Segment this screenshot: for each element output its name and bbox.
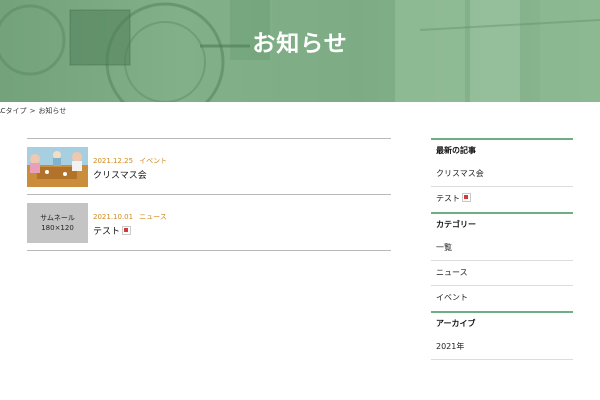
news-meta: 2021.10.01 ニュース <box>93 212 167 222</box>
sidebar-item-label: ニュース <box>436 268 468 277</box>
news-title-link[interactable]: クリスマス会 <box>93 168 147 181</box>
sidebar-item-category[interactable]: イベント <box>431 286 573 311</box>
sidebar-item-archive[interactable]: 2021年 <box>431 335 573 360</box>
list-item[interactable]: 2021.12.25 イベント クリスマス会 <box>27 139 391 195</box>
news-date: 2021.12.25 <box>93 157 134 165</box>
breadcrumb: ACタイプ>お知らせ <box>0 106 66 116</box>
news-thumbnail-image[interactable] <box>27 147 88 187</box>
news-category-link[interactable]: ニュース <box>139 213 167 221</box>
sidebar-item-label: 一覧 <box>436 243 452 252</box>
sidebar-item-label: イベント <box>436 293 468 302</box>
sidebar-heading-archive: アーカイブ <box>431 311 573 335</box>
news-date: 2021.10.01 <box>93 213 134 221</box>
news-title-text: クリスマス会 <box>93 171 147 181</box>
sidebar: 最新の記事 クリスマス会 テスト カテゴリー 一覧 ニュース イベント アーカイ… <box>431 138 573 360</box>
news-list: 2021.12.25 イベント クリスマス会 サムネール 180×120 2021… <box>27 138 391 251</box>
sidebar-item-label: 2021年 <box>436 342 465 351</box>
sidebar-heading-recent: 最新の記事 <box>431 138 573 162</box>
page-title: お知らせ <box>252 31 348 57</box>
thumbnail-label: サムネール <box>40 214 75 222</box>
news-title-link[interactable]: テスト <box>93 224 132 237</box>
sidebar-heading-category: カテゴリー <box>431 212 573 236</box>
sidebar-item-category[interactable]: 一覧 <box>431 236 573 261</box>
news-title-text: テスト <box>93 227 121 237</box>
sidebar-item-label: テスト <box>436 194 460 203</box>
christmas-photo-icon <box>27 147 88 187</box>
breadcrumb-parent-link[interactable]: ACタイプ <box>0 107 27 115</box>
news-category-link[interactable]: イベント <box>139 157 167 165</box>
sidebar-item-label: クリスマス会 <box>436 169 484 178</box>
new-badge-icon <box>462 193 471 202</box>
sidebar-item-recent[interactable]: テスト <box>431 187 573 212</box>
breadcrumb-separator: > <box>29 107 36 115</box>
list-item[interactable]: サムネール 180×120 2021.10.01 ニュース テスト <box>27 195 391 251</box>
sidebar-item-category[interactable]: ニュース <box>431 261 573 286</box>
breadcrumb-current: お知らせ <box>38 107 67 115</box>
sidebar-item-recent[interactable]: クリスマス会 <box>431 162 573 187</box>
new-badge-icon <box>122 226 132 235</box>
news-meta: 2021.12.25 イベント <box>93 156 167 166</box>
news-thumbnail-placeholder[interactable]: サムネール 180×120 <box>27 203 88 243</box>
thumbnail-size-label: 180×120 <box>41 224 74 232</box>
hero-banner: お知らせ <box>0 0 600 102</box>
